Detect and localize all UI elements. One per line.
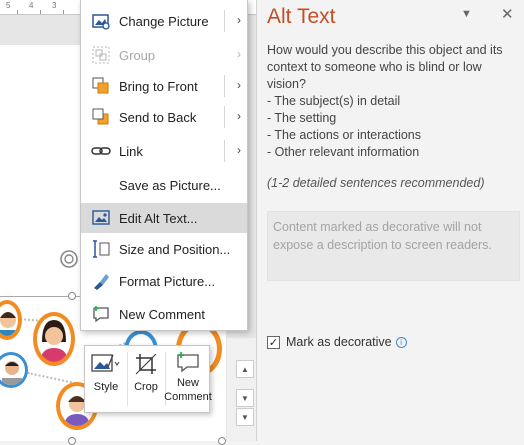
resize-handle-bottom-right[interactable] <box>218 437 226 445</box>
crop-button[interactable]: Crop <box>131 352 161 394</box>
menu-item-send-to-back[interactable]: Send to Back › <box>81 102 247 132</box>
submenu-arrow-icon: › <box>237 13 241 27</box>
size-position-icon <box>93 240 110 258</box>
new-comment-button[interactable]: New Comment <box>164 350 212 404</box>
style-label: Style <box>93 381 119 393</box>
mark-as-decorative-label: Mark as decorative <box>286 335 392 349</box>
menu-item-label: Save as Picture... <box>119 178 221 193</box>
menu-item-label: New Comment <box>119 307 205 322</box>
resize-handle-bottom[interactable] <box>68 437 76 445</box>
description-line: context to someone who is blind or low <box>267 60 482 74</box>
scroll-down-icon[interactable]: ▼ <box>236 389 254 407</box>
menu-item-label: Send to Back <box>119 110 197 125</box>
ruler-tick: 3 <box>52 1 57 10</box>
info-icon[interactable]: i <box>395 336 407 348</box>
resize-handle-top[interactable] <box>68 292 76 300</box>
picture-style-icon <box>91 354 120 372</box>
new-comment-icon <box>177 352 199 373</box>
bring-to-front-icon <box>92 77 109 94</box>
mini-toolbar: Style Crop New Comment <box>84 345 212 413</box>
menu-item-edit-alt-text[interactable]: Edit Alt Text... <box>81 203 247 233</box>
submenu-arrow-icon: › <box>237 47 241 61</box>
crop-icon <box>135 353 157 375</box>
menu-item-format-picture[interactable]: Format Picture... <box>81 266 247 296</box>
pane-description: How would you describe this object and i… <box>267 42 517 161</box>
crop-label: Crop <box>134 381 158 393</box>
menu-item-label: Edit Alt Text... <box>119 211 198 226</box>
description-line: - Other relevant information <box>267 145 420 159</box>
send-to-back-icon <box>92 108 109 125</box>
recommendation-text: (1-2 detailed sentences recommended) <box>267 176 485 190</box>
change-picture-icon <box>92 14 110 30</box>
menu-item-change-picture[interactable]: Change Picture › <box>81 6 247 36</box>
menu-item-bring-to-front[interactable]: Bring to Front › <box>81 71 247 101</box>
alt-text-pane: Alt Text ▼ ✕ How would you describe this… <box>256 0 524 441</box>
group-icon <box>92 46 110 64</box>
submenu-arrow-icon: › <box>237 78 241 92</box>
menu-item-label: Change Picture <box>119 14 209 29</box>
menu-item-label: Size and Position... <box>119 242 231 257</box>
new-comment-icon <box>93 306 109 323</box>
ruler-tick: 4 <box>29 1 34 10</box>
close-icon[interactable]: ✕ <box>501 5 514 23</box>
pane-options-dropdown-icon[interactable]: ▼ <box>461 8 472 20</box>
menu-item-new-comment[interactable]: New Comment <box>81 299 247 329</box>
description-line: - The subject(s) in detail <box>267 94 401 108</box>
menu-item-link[interactable]: Link › <box>81 136 247 166</box>
description-line: - The setting <box>267 111 337 125</box>
description-line: How would you describe this object and i… <box>267 43 503 57</box>
submenu-arrow-icon: › <box>237 109 241 123</box>
alt-text-input[interactable]: Content marked as decorative will not ex… <box>267 211 520 281</box>
alt-text-icon <box>92 210 110 225</box>
menu-item-save-as-picture[interactable]: Save as Picture... <box>81 170 247 200</box>
menu-item-label: Link <box>119 144 143 159</box>
menu-item-label: Group <box>119 48 156 63</box>
menu-item-label: Format Picture... <box>119 274 216 289</box>
rotate-handle-icon[interactable] <box>58 248 80 270</box>
submenu-arrow-icon: › <box>237 143 241 157</box>
description-line: - The actions or interactions <box>267 128 422 142</box>
avatar <box>33 312 75 366</box>
new-comment-label-line1: New <box>176 377 199 389</box>
next-slide-icon[interactable]: ▼ <box>236 408 254 426</box>
menu-item-size-and-position[interactable]: Size and Position... <box>81 234 247 264</box>
format-picture-icon <box>94 274 109 290</box>
menu-item-label: Bring to Front <box>119 79 198 94</box>
checkbox-check-icon[interactable]: ✓ <box>267 335 280 349</box>
link-icon <box>91 147 111 155</box>
ruler-tick: 5 <box>6 1 11 10</box>
description-line: vision? <box>267 77 306 91</box>
mark-as-decorative-checkbox[interactable]: ✓ Mark as decorative i <box>267 335 407 349</box>
new-comment-label-line2: Comment <box>164 391 212 403</box>
context-menu: Change Picture › Group › Bring to Front … <box>80 0 248 331</box>
menu-item-group[interactable]: Group › <box>81 40 247 70</box>
scroll-up-icon[interactable]: ▲ <box>236 360 254 378</box>
style-button[interactable]: Style <box>91 352 121 394</box>
pane-title: Alt Text <box>267 5 336 28</box>
